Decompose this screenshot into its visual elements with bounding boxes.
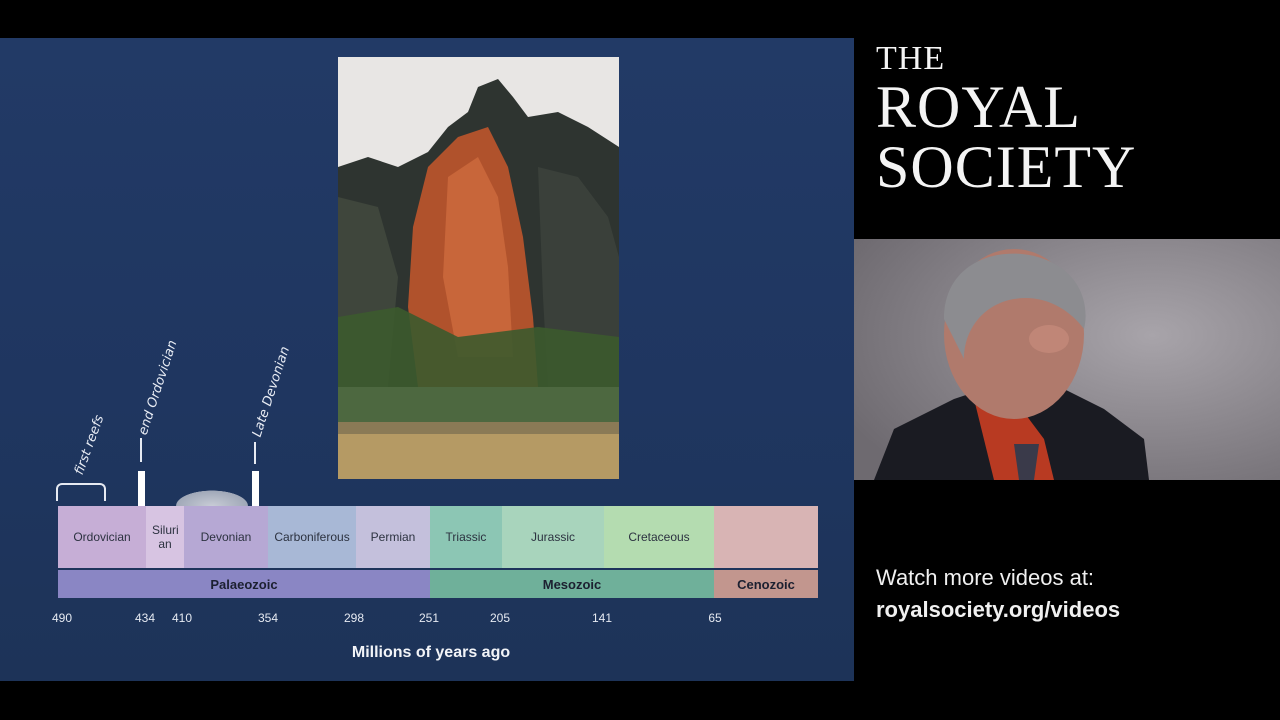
period-triassic: Triassic	[430, 506, 502, 568]
brand-the: THE	[876, 40, 946, 77]
tick-label: 354	[257, 611, 279, 625]
tick-label: 490	[51, 611, 73, 625]
tick-label: 410	[171, 611, 193, 625]
tick-label: 141	[591, 611, 613, 625]
gorge-photo	[338, 57, 619, 479]
period-permian: Permian	[356, 506, 430, 568]
end-ordovician-bar	[138, 471, 145, 506]
tick-label: 251	[418, 611, 440, 625]
first-reefs-label: first reefs	[71, 413, 108, 477]
late-devonian-bar	[252, 471, 259, 506]
period-carboniferous: Carboniferous	[268, 506, 356, 568]
tick-label: 65	[708, 611, 722, 625]
late-devonian-arrow	[254, 442, 256, 464]
brand-society: SOCIETY	[876, 134, 1137, 200]
era-cenozoic: Cenozoic	[714, 570, 818, 598]
period-devonian: Devonian	[184, 506, 268, 568]
tick-label: 434	[134, 611, 156, 625]
watch-more-text: Watch more videos at:	[876, 565, 1095, 590]
period-silurian: Siluri an	[146, 506, 184, 568]
late-devonian-label: Late Devonian	[249, 344, 294, 439]
period-cenozoic	[714, 506, 818, 568]
timeline-axis-title: Millions of years ago	[351, 644, 511, 661]
speaker-video[interactable]	[854, 239, 1280, 480]
era-palaeozoic: Palaeozoic	[58, 570, 430, 598]
tick-label: 205	[489, 611, 511, 625]
tick-label: 298	[343, 611, 365, 625]
presentation-slide: first reefs end Ordovician Late Devonian…	[0, 38, 854, 681]
videos-url-link[interactable]: royalsociety.org/videos	[876, 597, 1120, 623]
era-mesozoic: Mesozoic	[430, 570, 714, 598]
period-ordovician: Ordovician	[58, 506, 146, 568]
brand-royal: ROYAL	[876, 74, 1082, 140]
period-cretaceous: Cretaceous	[604, 506, 714, 568]
end-ordovician-arrow	[140, 438, 142, 462]
end-ordovician-label: end Ordovician	[135, 338, 181, 437]
reef-mound	[170, 488, 254, 506]
period-jurassic: Jurassic	[502, 506, 604, 568]
first-reefs-bracket	[56, 483, 106, 501]
